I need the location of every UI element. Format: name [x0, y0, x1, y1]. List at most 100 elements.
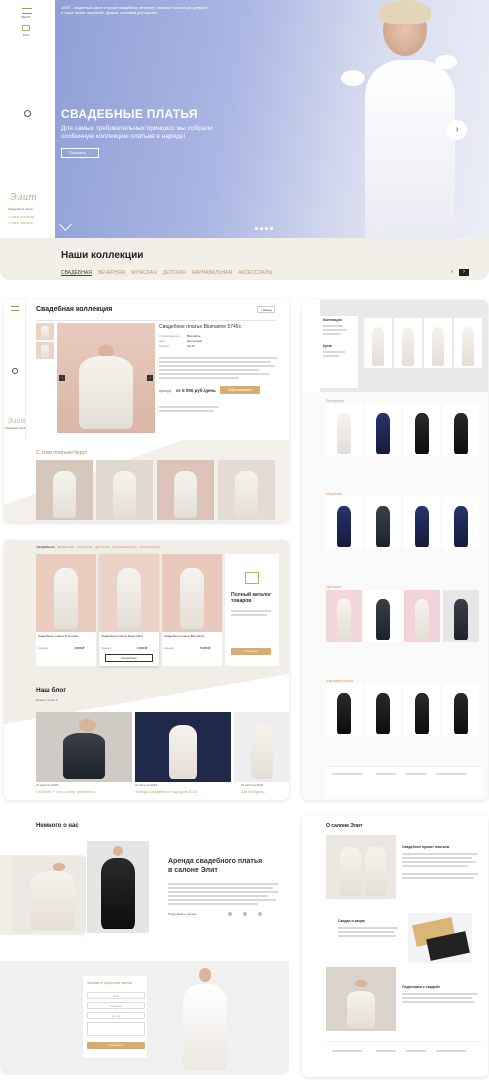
catalog-item[interactable] [365, 497, 401, 549]
next-slide-button[interactable]: › [447, 120, 467, 140]
tab-men[interactable]: МУЖСКАЯ [77, 545, 92, 549]
item-rent-label: Аренда [101, 646, 111, 650]
product-main-photo [57, 323, 155, 433]
section-men[interactable]: Мужские [326, 491, 342, 496]
related-item-2[interactable] [96, 460, 153, 520]
book-button[interactable]: Забронировать [220, 386, 260, 394]
lang-box[interactable] [22, 25, 30, 31]
phone-icon[interactable] [12, 368, 18, 374]
filter-collection[interactable]: Коллекция [323, 318, 342, 322]
section-evening[interactable]: Вечерние [326, 398, 344, 403]
listing-item-1[interactable]: Свадебное платье Pronovias Аренда 4 000 … [36, 554, 96, 666]
logo[interactable]: Элит [8, 418, 26, 425]
related-item-4[interactable] [218, 460, 275, 520]
about-more-link[interactable]: Подробнее о салоне [168, 912, 197, 916]
catalog-icon [245, 572, 259, 584]
catalog-sidebar [302, 300, 320, 392]
social-icon[interactable] [258, 912, 262, 916]
menu-label[interactable]: МЕНЮ [21, 15, 31, 20]
phone-1[interactable]: +7 (812) 274-56-38 [8, 215, 34, 220]
catalog-item[interactable] [443, 684, 479, 736]
form-submit-button[interactable]: Отправить [87, 1042, 145, 1049]
catalog-item[interactable] [454, 318, 482, 368]
product-specs: Производитель Blumarine Цвет Молочный Разм… [159, 334, 269, 349]
tab-men[interactable]: МУЖСКАЯ [131, 270, 156, 276]
tab-carnival[interactable]: КАРНАВАЛЬНАЯ [192, 270, 232, 276]
catalog-item[interactable] [365, 684, 401, 736]
form-textarea[interactable] [87, 1022, 145, 1036]
catalog-item[interactable] [404, 404, 440, 456]
catalog-item[interactable] [394, 318, 422, 368]
item-price: 4 000 ₽ [74, 646, 85, 650]
listing-item-2[interactable]: Свадебное платье Rosa Clara Аренда 3 000… [99, 554, 159, 666]
catalog-item[interactable] [326, 497, 362, 549]
catalog-promo-button[interactable]: Смотреть [231, 648, 271, 655]
collections-tabs: СВАДЕБНАЯ ВЕЧЕРНЯЯ МУЖСКАЯ ДЕТСКАЯ КАРНА… [61, 270, 278, 276]
prev-arrow-button[interactable]: ‹ [448, 269, 456, 276]
form-field-phone[interactable]: Телефон [87, 1002, 145, 1009]
filter-price[interactable]: Цена [323, 344, 332, 348]
catalog-item[interactable] [326, 684, 362, 736]
scroll-down-icon[interactable] [59, 218, 72, 231]
photo-prev-icon[interactable]: ‹ [59, 375, 65, 381]
lang-switch[interactable]: ENG [23, 33, 30, 38]
tab-wedding[interactable]: СВАДЕБНАЯ [61, 270, 92, 276]
product-thumb-2[interactable] [36, 342, 54, 359]
related-item-3[interactable] [157, 460, 214, 520]
tab-wedding[interactable]: СВАДЕБНАЯ [36, 545, 55, 549]
phone-icon[interactable] [24, 110, 31, 117]
catalog-promo[interactable]: Полный каталог товаров Смотреть [225, 554, 279, 666]
blog-post-image-1[interactable] [36, 712, 132, 782]
tab-evening[interactable]: ВЕЧЕРНЯЯ [98, 270, 126, 276]
blog-post-image-2[interactable] [135, 712, 231, 782]
item-name: Свадебное платье Pronovias [38, 634, 79, 638]
form-field-email[interactable]: E-mail [87, 1012, 145, 1019]
photo-next-icon[interactable]: › [147, 375, 153, 381]
catalog-item[interactable] [404, 684, 440, 736]
catalog-item[interactable] [443, 590, 479, 642]
blog-post-image-3[interactable] [234, 712, 289, 782]
back-button[interactable]: < Назад [257, 306, 275, 313]
slider-dots[interactable] [255, 227, 275, 230]
catalog-item[interactable] [364, 318, 392, 368]
catalog-item[interactable] [365, 590, 401, 642]
tab-accessories[interactable]: АКСЕССУАРЫ [139, 545, 159, 549]
related-item-1[interactable] [36, 460, 93, 520]
blog-post-title-3[interactable]: Как выбрать... [241, 789, 289, 794]
tab-kids[interactable]: ДЕТСКАЯ [163, 270, 186, 276]
blog-sort[interactable]: Новые статьи ▾ [36, 698, 57, 702]
catalog-item[interactable] [443, 404, 479, 456]
show-button[interactable]: Показать → [61, 148, 99, 158]
section-kids[interactable]: Детские [326, 584, 341, 589]
catalog-item[interactable] [443, 497, 479, 549]
tab-accessories[interactable]: АКСЕССУАРЫ [238, 270, 272, 276]
tab-evening[interactable]: ВЕЧЕРНЯЯ [58, 545, 75, 549]
hamburger-icon[interactable] [22, 8, 32, 14]
tab-kids[interactable]: ДЕТСКАЯ [95, 545, 109, 549]
hamburger-icon[interactable] [11, 306, 19, 311]
blog-post-title-2[interactable]: Тренды свадебных нарядов 2018 [135, 789, 197, 794]
catalog-item[interactable] [404, 497, 440, 549]
catalog-item[interactable] [424, 318, 452, 368]
salon-title: О салоне Элит [326, 823, 363, 829]
callback-form: Закажите обратный звонок Имя Телефон E-m… [82, 975, 148, 1059]
social-icon[interactable] [243, 912, 247, 916]
catalog-item[interactable] [404, 590, 440, 642]
more-button[interactable]: Подробнее [105, 654, 153, 662]
phone-2[interactable]: +7 (812) 232-50-67 [8, 221, 34, 226]
catalog-item[interactable] [326, 404, 362, 456]
blog-post-title-1[interactable]: Смокинг + что к нему требуется [36, 789, 95, 794]
catalog-item[interactable] [326, 590, 362, 642]
section-carnival[interactable]: Карнавальные [326, 678, 353, 683]
salon-photo-1 [326, 835, 396, 899]
catalog-item[interactable] [365, 404, 401, 456]
logo[interactable]: Элит [10, 193, 37, 203]
social-icon[interactable] [228, 912, 232, 916]
form-field-phone-placeholder: Телефон [109, 1004, 123, 1008]
next-arrow-button[interactable]: › [459, 269, 469, 276]
product-thumb-1[interactable] [36, 323, 54, 340]
form-field-name[interactable]: Имя [87, 992, 145, 999]
tab-carnival[interactable]: КАРНАВАЛЬНАЯ [112, 545, 136, 549]
listing-item-3[interactable]: Свадебное платье Blumarine Аренда 5 000 … [162, 554, 222, 666]
collections-title: Наши коллекции [61, 250, 144, 261]
